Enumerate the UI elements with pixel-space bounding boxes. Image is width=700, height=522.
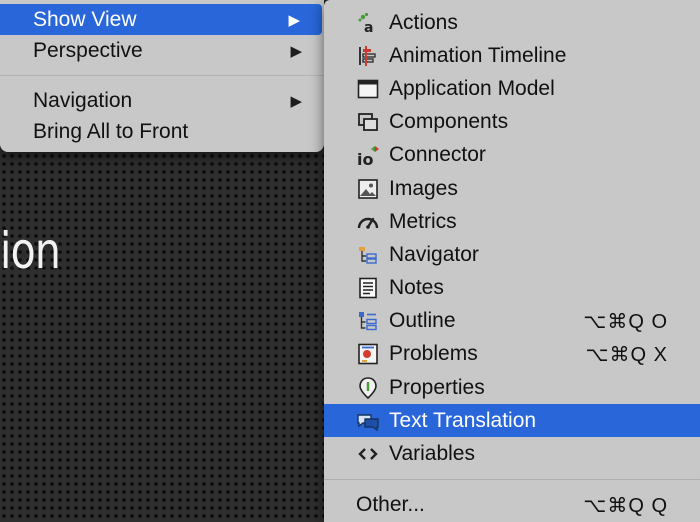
submenu-item-label: Problems <box>389 342 478 366</box>
submenu-item-label: Text Translation <box>389 408 537 432</box>
outline-icon <box>356 309 380 333</box>
submenu-item-other[interactable]: Other... ⌥⌘Q Q <box>324 489 700 522</box>
submenu-item-label: Variables <box>389 442 475 466</box>
properties-icon <box>356 376 380 400</box>
submenu-item-navigator[interactable]: Navigator <box>324 238 700 271</box>
menu-item-label: Perspective <box>33 38 143 62</box>
submenu-item-variables[interactable]: Variables <box>324 437 700 470</box>
submenu-arrow-icon: ▶ <box>288 11 300 29</box>
submenu-item-application-model[interactable]: Application Model <box>324 72 700 105</box>
svg-text:a: a <box>364 20 373 35</box>
variables-icon <box>356 442 380 466</box>
menu-item-navigation[interactable]: Navigation ▶ <box>0 85 324 116</box>
menu-item-perspective[interactable]: Perspective ▶ <box>0 35 324 66</box>
actions-icon: a <box>356 11 380 35</box>
submenu-item-label: Connector <box>389 143 486 167</box>
submenu-item-label: Metrics <box>389 209 457 233</box>
menu-item-show-view[interactable]: Show View ▶ <box>0 4 322 35</box>
submenu-item-label: Outline <box>389 309 456 333</box>
menu-item-label: Bring All to Front <box>33 119 189 143</box>
menu-item-label: Show View <box>33 7 137 31</box>
submenu-item-actions[interactable]: a Actions <box>324 6 700 39</box>
images-icon <box>356 177 380 201</box>
submenu-item-label: Images <box>389 176 458 200</box>
submenu-item-animation-timeline[interactable]: Animation Timeline <box>324 39 700 72</box>
problems-icon <box>356 342 380 366</box>
submenu-item-notes[interactable]: Notes <box>324 272 700 305</box>
submenu-item-label: Actions <box>389 10 458 34</box>
menu-separator <box>324 478 700 480</box>
metrics-icon <box>356 210 380 234</box>
submenu-item-text-translation[interactable]: Text Translation <box>324 404 700 438</box>
menu-item-bring-all-to-front[interactable]: Bring All to Front <box>0 116 324 147</box>
svg-text:io: io <box>357 150 373 167</box>
application-model-icon <box>356 77 380 101</box>
show-view-submenu: a Actions Animation Timeline Application… <box>324 0 700 522</box>
submenu-arrow-icon: ▶ <box>290 92 302 110</box>
connector-icon: io <box>356 143 380 167</box>
menu-separator <box>0 75 324 76</box>
submenu-item-outline[interactable]: Outline ⌥⌘Q O <box>324 305 700 338</box>
animation-timeline-icon <box>356 44 380 68</box>
submenu-item-label: Animation Timeline <box>389 43 567 67</box>
navigator-icon <box>356 243 380 267</box>
background-partial-title: ion <box>0 222 61 280</box>
keyboard-shortcut: ⌥⌘Q X <box>585 343 668 366</box>
text-translation-icon <box>356 409 380 433</box>
submenu-item-label: Properties <box>389 375 485 399</box>
keyboard-shortcut: ⌥⌘Q O <box>583 310 668 333</box>
submenu-item-label: Navigator <box>389 242 479 266</box>
submenu-item-images[interactable]: Images <box>324 172 700 205</box>
submenu-arrow-icon: ▶ <box>290 42 302 60</box>
submenu-item-label: Components <box>389 110 509 134</box>
keyboard-shortcut: ⌥⌘Q Q <box>583 494 668 517</box>
components-icon <box>356 110 380 134</box>
submenu-item-problems[interactable]: Problems ⌥⌘Q X <box>324 338 700 371</box>
submenu-item-properties[interactable]: Properties <box>324 371 700 404</box>
submenu-item-label: Other... <box>356 493 425 517</box>
submenu-item-label: Application Model <box>389 76 555 100</box>
menu-item-label: Navigation <box>33 88 133 112</box>
window-menu: Show View ▶ Perspective ▶ Navigation ▶ B… <box>0 0 324 152</box>
submenu-item-components[interactable]: Components <box>324 106 700 139</box>
notes-icon <box>356 276 380 300</box>
submenu-item-metrics[interactable]: Metrics <box>324 205 700 238</box>
submenu-item-connector[interactable]: io Connector <box>324 139 700 172</box>
submenu-item-label: Notes <box>389 276 444 300</box>
